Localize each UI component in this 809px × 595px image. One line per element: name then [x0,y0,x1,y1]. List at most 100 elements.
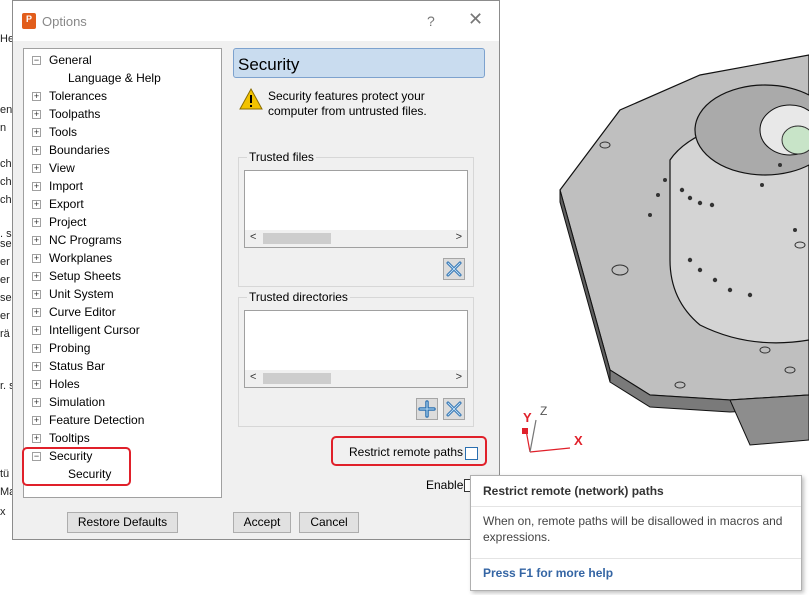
background-app-strip: He en n ch ch ch. s se er er se er rä r. s tü Ma x [0,0,15,595]
scroll-thumb[interactable] [263,373,331,384]
expand-icon[interactable]: + [32,326,41,335]
scroll-left-icon[interactable]: < [250,231,256,243]
tree-item-label: Feature Detection [49,413,145,427]
background-text-fragment: ch [0,176,12,188]
tree-item-label: Status Bar [49,359,106,373]
restore-defaults-button[interactable]: Restore Defaults [67,512,178,533]
tree-item-label: Intelligent Cursor [49,323,140,337]
warning-icon [239,87,263,110]
background-text-fragment: se [0,238,12,250]
tooltip-help-link[interactable]: Press F1 for more help [483,566,613,580]
trusted-directories-list[interactable]: < > [244,310,468,388]
tree-item-label: Probing [49,341,91,355]
remove-icon [446,401,462,417]
tree-item-label: Import [49,179,84,193]
tree-security-highlight [22,447,131,486]
remove-directory-button[interactable] [443,398,465,420]
remove-icon [446,261,462,277]
expand-icon[interactable]: + [32,434,41,443]
background-text-fragment: er [0,256,10,268]
tree-item-label: General [49,53,92,67]
add-directory-button[interactable] [416,398,438,420]
tree-item-label: Boundaries [49,143,110,157]
background-text-fragment: x [0,506,6,518]
axis-label-z: Z [540,404,548,418]
tooltip: Restrict remote (network) paths When on,… [470,475,802,591]
tree-item-label: Curve Editor [49,305,116,319]
trusted-directories-group: Trusted directories < > [238,290,474,427]
background-text-fragment: se [0,292,12,304]
scroll-right-icon[interactable]: > [456,231,462,243]
expand-icon[interactable]: + [32,164,41,173]
trusted-files-label: Trusted files [247,150,316,164]
background-text-fragment: n [0,122,7,134]
axis-label-x: X [574,433,583,448]
trusted-directories-hscrollbar[interactable]: < > [245,370,467,387]
tree-item-label: Tolerances [49,89,108,103]
background-text-fragment: tü [0,468,10,480]
tree-item-label: View [49,161,75,175]
expand-icon[interactable]: + [32,398,41,407]
expand-icon[interactable]: + [32,92,41,101]
background-text-fragment: ch [0,194,12,206]
restrict-remote-paths-checkbox[interactable] [465,447,478,460]
help-button[interactable]: ? [427,13,435,29]
expand-icon[interactable]: + [32,308,41,317]
expand-icon[interactable]: + [32,200,41,209]
scroll-left-icon[interactable]: < [250,371,256,383]
trusted-files-list[interactable]: < > [244,170,468,248]
expand-icon[interactable]: + [32,380,41,389]
window-title: Options [42,14,87,29]
remove-file-button[interactable] [443,258,465,280]
trusted-directories-label: Trusted directories [247,290,350,304]
expand-icon[interactable]: + [32,290,41,299]
expand-icon[interactable]: + [32,146,41,155]
title-bar[interactable]: P Options ? ✕ [13,1,499,41]
expand-icon[interactable]: + [32,362,41,371]
background-text-fragment: er [0,274,10,286]
background-text-fragment: en [0,104,13,116]
tree-item-label: Tools [49,125,78,139]
background-text-fragment: ch [0,158,12,170]
tree-item-label: Holes [49,377,80,391]
panel-header: Security [233,48,485,78]
expand-icon[interactable]: + [32,182,41,191]
trusted-files-hscrollbar[interactable]: < > [245,230,467,247]
expand-icon[interactable]: + [32,236,41,245]
expand-icon[interactable]: + [32,272,41,281]
expand-icon[interactable]: + [32,128,41,137]
tree-item-label: Language & Help [68,71,161,85]
background-text-fragment: rä [0,328,10,340]
options-tree[interactable]: − General Language & Help + Tolerances + Toolp… [23,48,222,498]
tree-item-label: Workplanes [49,251,113,265]
tree-item-label: Setup Sheets [49,269,122,283]
expand-icon[interactable]: + [32,218,41,227]
collapse-icon[interactable]: − [32,56,41,65]
tooltip-title: Restrict remote (network) paths [483,484,664,498]
enable-label[interactable]: Enable [426,478,463,492]
tree-item-label: Project [49,215,87,229]
tree-item-label: Simulation [49,395,106,409]
accept-button[interactable]: Accept [233,512,291,533]
close-button[interactable]: ✕ [468,9,483,30]
app-logo-icon: P [22,13,36,29]
3d-viewport[interactable]: Y Z X [500,0,809,475]
expand-icon[interactable]: + [32,110,41,119]
expand-icon[interactable]: + [32,344,41,353]
restrict-remote-paths-label[interactable]: Restrict remote paths [349,445,463,459]
tooltip-divider [471,558,801,559]
axis-label-y: Y [523,410,532,425]
add-icon [418,400,436,418]
expand-icon[interactable]: + [32,416,41,425]
options-dialog: P Options ? ✕ − General Language & Help + To… [12,0,500,540]
scroll-thumb[interactable] [263,233,331,244]
trusted-files-group: Trusted files < > [238,150,474,287]
cancel-button[interactable]: Cancel [299,512,359,533]
scroll-right-icon[interactable]: > [456,371,462,383]
tree-item-label: Tooltips [49,431,90,445]
panel-title: Security [238,55,300,74]
tooltip-body: When on, remote paths will be disallowed… [483,514,783,544]
warning-text: Security features protect your computer … [268,89,427,118]
expand-icon[interactable]: + [32,254,41,263]
background-text-fragment: er [0,310,10,322]
